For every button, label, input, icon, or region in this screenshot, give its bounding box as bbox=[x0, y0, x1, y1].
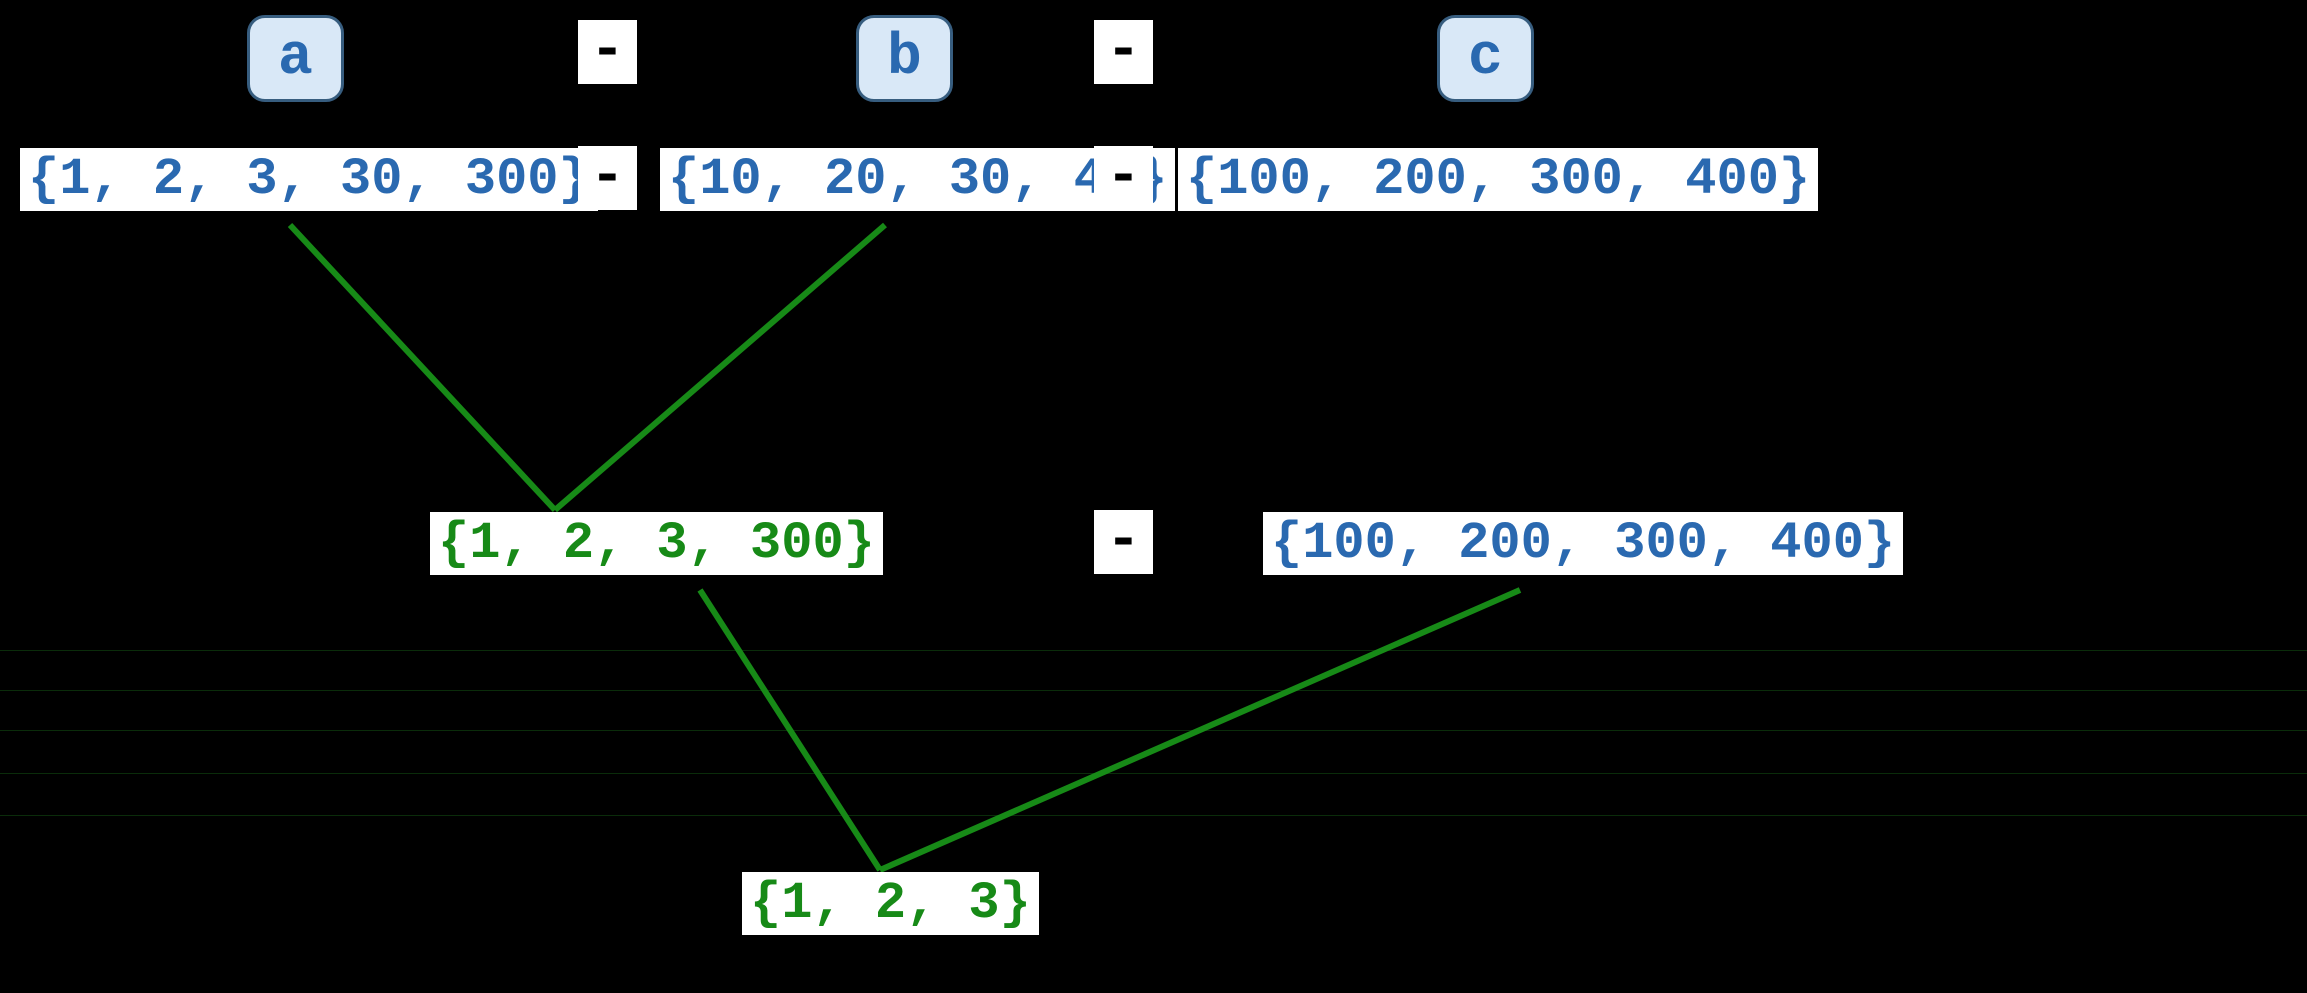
set-a-value: {1, 2, 3, 30, 300} bbox=[20, 148, 598, 211]
variable-c: c bbox=[1437, 15, 1534, 102]
variable-b: b bbox=[856, 15, 953, 102]
operator-minus: - bbox=[1094, 510, 1153, 574]
grid-line bbox=[0, 815, 2307, 816]
final-result: {1, 2, 3} bbox=[742, 872, 1039, 935]
operator-minus: - bbox=[578, 20, 637, 84]
variable-a: a bbox=[247, 15, 344, 102]
intermediate-result-ab: {1, 2, 3, 300} bbox=[430, 512, 883, 575]
operator-minus: - bbox=[1094, 146, 1153, 210]
set-c-value: {100, 200, 300, 400} bbox=[1178, 148, 1818, 211]
grid-line bbox=[0, 730, 2307, 731]
set-c-value-copy: {100, 200, 300, 400} bbox=[1263, 512, 1903, 575]
operator-minus: - bbox=[578, 146, 637, 210]
grid-line bbox=[0, 690, 2307, 691]
grid-line bbox=[0, 650, 2307, 651]
grid-line bbox=[0, 773, 2307, 774]
operator-minus: - bbox=[1094, 20, 1153, 84]
